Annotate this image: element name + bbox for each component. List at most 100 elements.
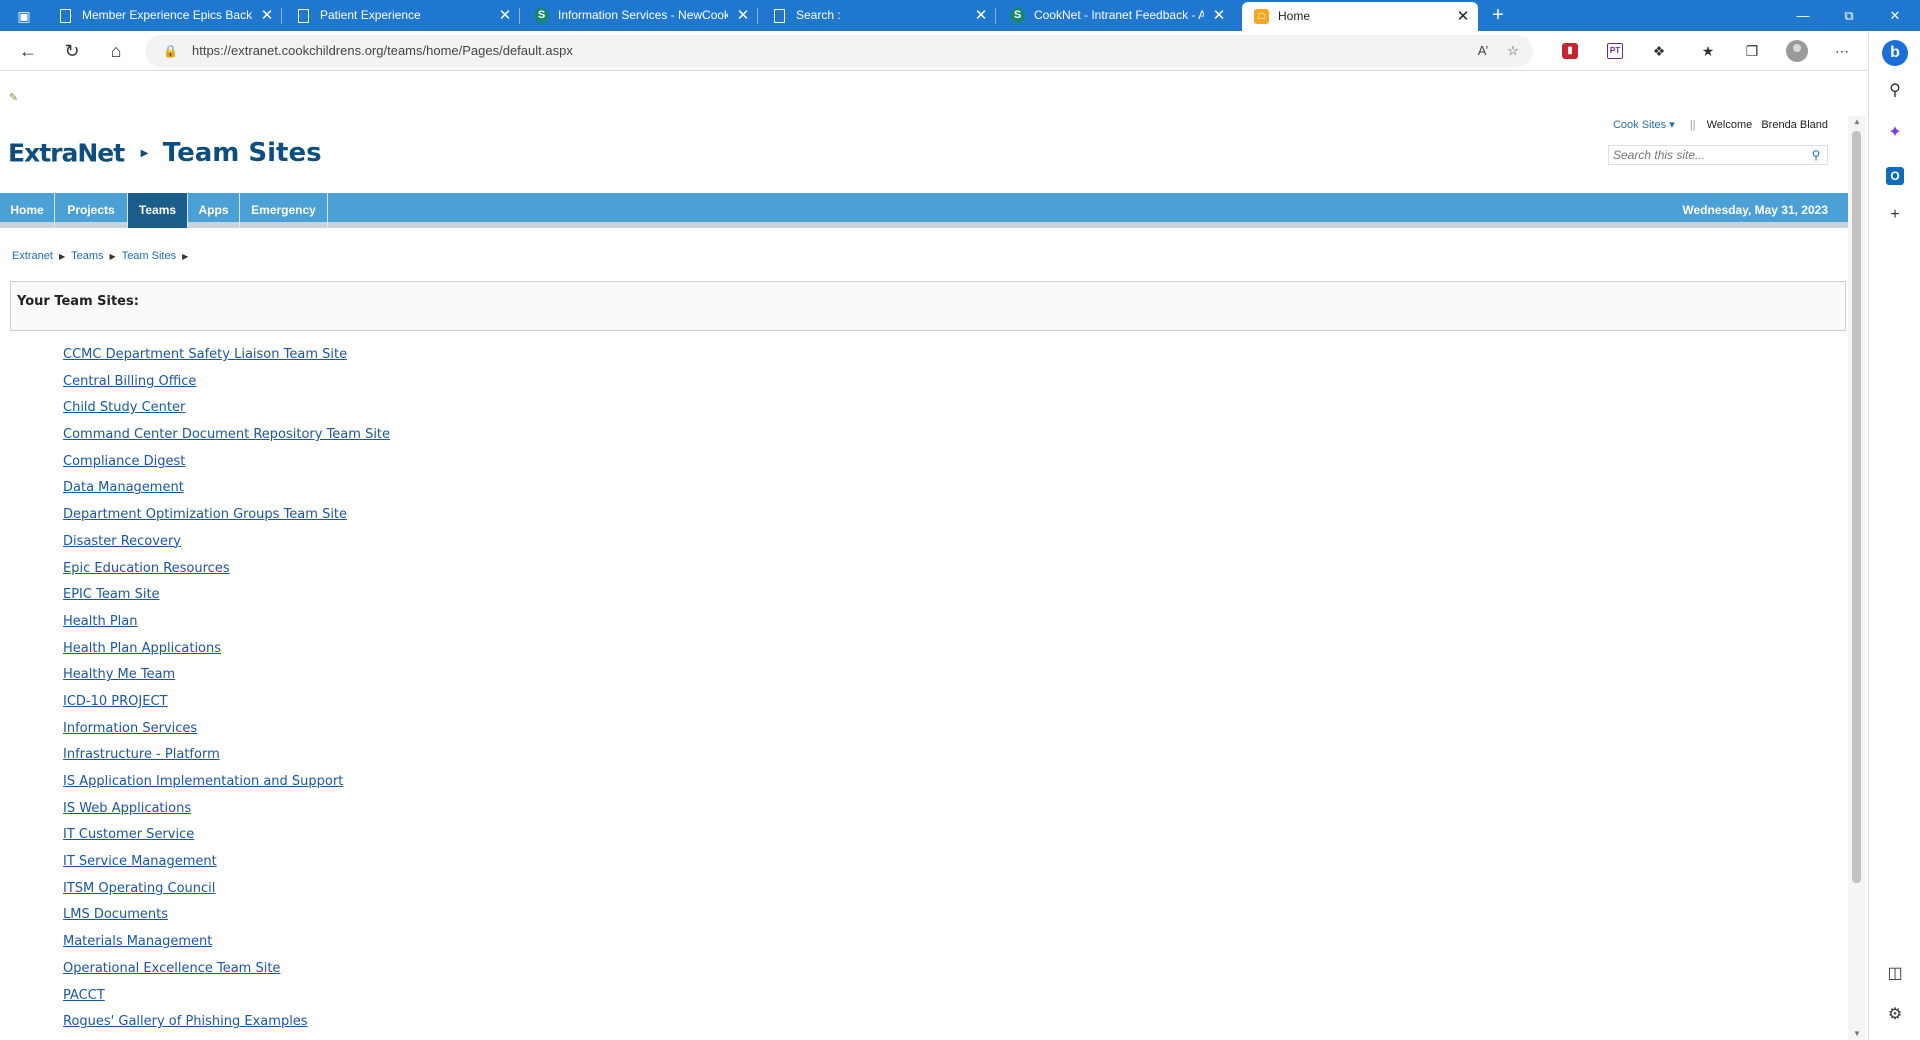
tab-title: CookNet - Intranet Feedback - All (1034, 8, 1204, 22)
tab-title: Patient Experience (320, 8, 421, 22)
team-site-link[interactable]: PACCT (63, 988, 105, 1003)
restore-button[interactable]: ⧉ (1826, 0, 1872, 31)
browser-tab[interactable]: S Information Services - NewCookNet ✕ (522, 0, 758, 31)
lock-icon[interactable]: 🔒 (163, 43, 178, 59)
breadcrumb: Extranet ▶ Teams ▶ Team Sites ▶ (12, 250, 194, 262)
back-arrow-icon[interactable]: ← (12, 37, 44, 65)
team-site-link[interactable]: Central Billing Office (63, 374, 196, 389)
browser-tab[interactable]: Member Experience Epics Backlog ✕ (46, 0, 282, 31)
team-site-link[interactable]: Command Center Document Repository Team … (63, 427, 390, 442)
search-input[interactable] (1609, 146, 1805, 164)
close-icon[interactable]: ✕ (974, 0, 988, 31)
nav-emergency[interactable]: Emergency (240, 193, 328, 228)
edit-page-icon[interactable]: ✎ (6, 92, 21, 105)
team-site-link[interactable]: ITSM Operating Council (63, 881, 215, 896)
bing-chat-icon[interactable]: b (1882, 40, 1908, 66)
team-site-link[interactable]: ICD-10 PROJECT (63, 694, 167, 709)
team-site-link[interactable]: Health Plan Applications (63, 641, 221, 656)
team-site-link[interactable]: IT Service Management (63, 854, 217, 869)
close-icon[interactable]: ✕ (498, 0, 512, 31)
welcome-user-menu[interactable]: Brenda Bland (1761, 119, 1828, 131)
team-site-link[interactable]: Disaster Recovery (63, 534, 181, 549)
team-site-link[interactable]: EPIC Team Site (63, 587, 160, 602)
add-sidebar-icon[interactable]: + (1882, 202, 1908, 228)
page-scrollbar[interactable]: ▲ ▼ (1848, 116, 1866, 1040)
close-icon[interactable]: ✕ (260, 0, 274, 31)
favorites-icon[interactable]: ★ (1697, 40, 1719, 62)
global-nav-bar: Home Projects Teams Apps Emergency Wedne… (0, 193, 1848, 228)
sharepoint-icon: S (1010, 8, 1025, 23)
extension-pt-icon[interactable]: PT (1607, 43, 1623, 59)
browser-tab[interactable]: S CookNet - Intranet Feedback - All ✕ (998, 0, 1234, 31)
extensions-puzzle-icon[interactable]: ❖ (1648, 40, 1670, 62)
profile-avatar[interactable] (1786, 40, 1808, 62)
extension-red-icon[interactable]: ▮ (1562, 43, 1578, 59)
team-site-link[interactable]: IS Web Applications (63, 801, 191, 816)
team-site-link[interactable]: Compliance Digest (63, 454, 185, 469)
nav-apps[interactable]: Apps (188, 193, 240, 228)
team-site-link[interactable]: Epic Education Resources (63, 561, 230, 576)
browser-tab[interactable]: Search : ✕ (760, 0, 996, 31)
copilot-icon[interactable]: ✦ (1882, 120, 1908, 146)
new-tab-button[interactable]: + (1482, 0, 1514, 31)
tab-separator (281, 8, 282, 24)
address-bar[interactable]: 🔒 https://extranet.cookchildrens.org/tea… (145, 35, 1533, 67)
nav-teams[interactable]: Teams (128, 193, 188, 228)
divider-icon: || (1689, 119, 1696, 131)
list-item: Health Plan (63, 608, 390, 635)
breadcrumb-teams[interactable]: Teams (71, 250, 103, 262)
search-icon[interactable]: ⚲ (1882, 78, 1908, 104)
team-site-link[interactable]: Child Study Center (63, 400, 185, 415)
team-site-link[interactable]: Healthy Me Team (63, 667, 175, 682)
page-icon (60, 9, 71, 23)
team-site-link[interactable]: Operational Excellence Team Site (63, 961, 280, 976)
list-item: Infrastructure - Platform (63, 741, 390, 768)
list-item: Child Study Center (63, 394, 390, 421)
add-favorite-icon[interactable]: ☆ (1503, 41, 1523, 61)
breadcrumb-team-sites[interactable]: Team Sites (122, 250, 176, 262)
close-icon[interactable]: ✕ (1456, 2, 1470, 31)
extranet-logo[interactable]: ExtraNet (8, 139, 125, 168)
read-aloud-icon[interactable]: A’ (1473, 41, 1493, 61)
team-site-link[interactable]: Infrastructure - Platform (63, 747, 220, 762)
panel-title: Your Team Sites: (17, 294, 139, 309)
team-site-link[interactable]: Rogues' Gallery of Phishing Examples (63, 1014, 308, 1029)
browser-tab-active[interactable]: ☖ Home ✕ (1242, 2, 1478, 31)
list-item: Materials Management (63, 928, 390, 955)
browser-tab[interactable]: Patient Experience ✕ (284, 0, 520, 31)
close-icon[interactable]: ✕ (1212, 0, 1226, 31)
search-icon[interactable]: ⚲ (1808, 147, 1824, 163)
team-site-link[interactable]: Information Services (63, 721, 197, 736)
address-url[interactable]: https://extranet.cookchildrens.org/teams… (192, 35, 573, 67)
page-icon (774, 9, 785, 23)
minimize-button[interactable]: — (1780, 0, 1826, 31)
close-icon[interactable]: ✕ (736, 0, 750, 31)
close-window-button[interactable]: ✕ (1872, 0, 1918, 31)
cook-sites-menu[interactable]: Cook Sites ▾ (1613, 119, 1675, 131)
breadcrumb-extranet[interactable]: Extranet (12, 250, 53, 262)
sidebar-toggle-icon[interactable]: ◫ (1882, 961, 1908, 987)
scrollbar-thumb[interactable] (1852, 131, 1861, 883)
team-site-link[interactable]: CCMC Department Safety Liaison Team Site (63, 347, 347, 362)
list-item: EPIC Team Site (63, 581, 390, 608)
team-site-link[interactable]: Materials Management (63, 934, 212, 949)
more-menu-icon[interactable]: ⋯ (1831, 40, 1853, 62)
team-site-link[interactable]: Health Plan (63, 614, 137, 629)
collections-icon[interactable]: ❐ (1741, 40, 1763, 62)
tab-actions-icon[interactable]: ▣ (10, 6, 38, 26)
refresh-icon[interactable]: ↻ (56, 37, 88, 65)
team-site-link[interactable]: Department Optimization Groups Team Site (63, 507, 347, 522)
team-site-link[interactable]: LMS Documents (63, 907, 168, 922)
scroll-down-arrow-icon[interactable]: ▼ (1848, 1028, 1866, 1040)
nav-projects[interactable]: Projects (55, 193, 128, 228)
home-icon[interactable]: ⌂ (100, 37, 132, 65)
list-item: Command Center Document Repository Team … (63, 421, 390, 448)
outlook-icon[interactable]: O (1886, 167, 1904, 185)
page-viewport: ✎ Cook Sites ▾ || Welcome Brenda Bland E… (0, 72, 1848, 1040)
team-site-link[interactable]: Data Management (63, 480, 184, 495)
team-site-link[interactable]: IS Application Implementation and Suppor… (63, 774, 343, 789)
scroll-up-arrow-icon[interactable]: ▲ (1848, 116, 1866, 128)
gear-icon[interactable]: ⚙ (1882, 1002, 1908, 1028)
team-site-link[interactable]: IT Customer Service (63, 827, 194, 842)
nav-home[interactable]: Home (0, 193, 55, 228)
